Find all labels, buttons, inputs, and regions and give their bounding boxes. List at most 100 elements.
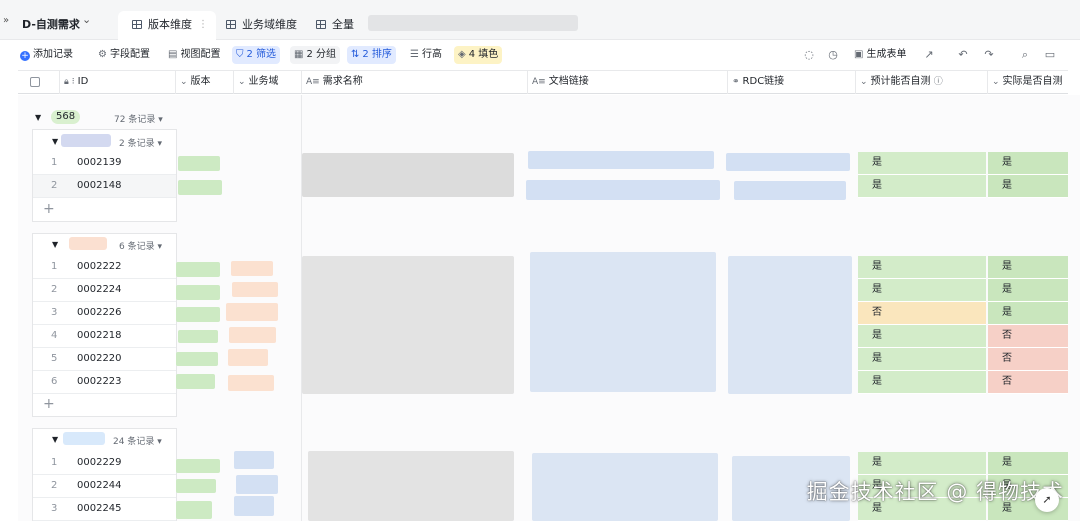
column-label: 实际是否自测 xyxy=(1002,76,1063,87)
redacted-version-cell xyxy=(176,285,220,300)
column-label: 预计能否自测 xyxy=(870,76,931,87)
undo-icon[interactable]: ↶ xyxy=(956,48,970,62)
history-icon[interactable]: ◷ xyxy=(826,48,840,62)
add-record-button[interactable]: + 添加记录 xyxy=(16,46,77,64)
redacted-version-cell xyxy=(176,307,220,322)
grid-view-icon xyxy=(316,20,326,29)
actual-self-test-cell[interactable]: 是 xyxy=(988,175,1068,198)
group-record-count: 6 条记录 ▾ xyxy=(119,242,162,252)
actual-self-test-cell[interactable]: 是 xyxy=(988,279,1068,302)
redacted-domain-cell xyxy=(234,451,274,469)
expected-self-test-cell[interactable]: 是 xyxy=(858,371,986,394)
column-header-expected-self-test[interactable]: ⌄ 预计能否自测 ⓘ xyxy=(856,71,988,94)
view-config-button[interactable]: ▤ 视图配置 xyxy=(164,46,224,64)
column-header-requirement-name[interactable]: A≡ 需求名称 xyxy=(302,71,528,94)
redacted-domain-cell xyxy=(236,475,278,494)
expected-self-test-cell[interactable]: 是 xyxy=(858,325,986,348)
expected-self-test-cell[interactable]: 否 xyxy=(858,302,986,325)
row-id: 0002245 xyxy=(77,503,122,514)
tab-version-dimension[interactable]: 版本维度 ⋮ xyxy=(118,11,216,40)
group-icon: ▦ xyxy=(294,49,304,60)
redacted-doc-link xyxy=(528,151,714,169)
add-record-label: 添加记录 xyxy=(33,49,73,60)
tab-all[interactable]: 全量 xyxy=(302,11,362,40)
actual-self-test-cell[interactable]: 否 xyxy=(988,325,1068,348)
column-label: 版本 xyxy=(190,76,211,87)
tab-label: 版本维度 xyxy=(148,18,192,31)
table-row[interactable]: 2 0002224 xyxy=(33,279,176,302)
info-icon[interactable]: ⓘ xyxy=(934,77,943,87)
comment-icon[interactable]: ▭ xyxy=(1043,48,1057,62)
fill-color-button[interactable]: ◈ 4 填色 xyxy=(454,46,503,64)
expand-sidebar-icon[interactable]: » xyxy=(0,14,12,28)
chevron-down-icon[interactable]: ⌄ xyxy=(82,13,91,26)
row-id: 0002218 xyxy=(77,330,122,341)
column-label: RDC链接 xyxy=(742,76,785,87)
column-header-business-domain[interactable]: ⌄ 业务域 xyxy=(234,71,302,94)
select-all-checkbox[interactable] xyxy=(18,71,60,94)
tab-label: 业务域维度 xyxy=(242,18,297,31)
table-row[interactable]: 1 0002229 xyxy=(33,452,176,475)
form-icon: ▣ xyxy=(854,49,864,60)
generate-form-button[interactable]: ▣ 生成表单 xyxy=(850,46,910,64)
row-number: 5 xyxy=(51,353,58,364)
redacted-rdc-link xyxy=(728,256,852,394)
sort-button[interactable]: ⇅ 2 排序 xyxy=(347,46,396,64)
column-header-id[interactable]: 🔒︎ ⁝ ID xyxy=(60,71,176,94)
column-header-rdc-link[interactable]: ⚭ RDC链接 xyxy=(728,71,856,94)
column-header-version[interactable]: ⌄ 版本 xyxy=(176,71,234,94)
redo-icon[interactable]: ↷ xyxy=(982,48,996,62)
expected-self-test-cell[interactable]: 是 xyxy=(858,256,986,279)
group-button[interactable]: ▦ 2 分组 xyxy=(290,46,340,64)
add-row-icon[interactable]: + xyxy=(43,396,55,412)
table-row[interactable]: 5 0002220 xyxy=(33,348,176,371)
actual-self-test-cell[interactable]: 否 xyxy=(988,348,1068,371)
row-height-button[interactable]: ☰ 行高 xyxy=(406,46,446,64)
search-icon[interactable]: ⌕ xyxy=(1018,48,1032,62)
field-config-button[interactable]: ⚙ 字段配置 xyxy=(94,46,154,64)
table-row[interactable]: 2 0002148 xyxy=(33,175,176,198)
column-label: 业务域 xyxy=(248,76,279,87)
row-number: 4 xyxy=(51,330,58,341)
table-row[interactable]: 2 0002244 xyxy=(33,475,176,498)
add-row-icon[interactable]: + xyxy=(43,201,55,217)
table-row[interactable]: 3 0002226 xyxy=(33,302,176,325)
redacted-version-cell xyxy=(176,262,220,277)
redacted-domain-cell xyxy=(228,349,268,366)
group-collapse-toggle[interactable]: ▼ xyxy=(35,113,41,122)
table-row[interactable]: 1 0002222 xyxy=(33,256,176,279)
row-height-icon: ☰ xyxy=(410,49,419,60)
expected-self-test-cell[interactable]: 是 xyxy=(858,175,986,198)
table-row[interactable]: 6 0002223 xyxy=(33,371,176,394)
actual-self-test-cell[interactable]: 是 xyxy=(988,302,1068,325)
redacted-rdc-link xyxy=(734,181,846,200)
lock-icon: 🔒︎ xyxy=(64,77,69,87)
table-row[interactable]: 1 0002139 xyxy=(33,152,176,175)
column-header-actual-self-test[interactable]: ⌄ 实际是否自测 xyxy=(988,71,1068,94)
group-collapse-toggle[interactable]: ▼ xyxy=(52,240,58,249)
actual-self-test-cell[interactable]: 是 xyxy=(988,256,1068,279)
group-collapse-toggle[interactable]: ▼ xyxy=(52,137,58,146)
actual-self-test-cell[interactable]: 是 xyxy=(988,452,1068,475)
actual-self-test-cell[interactable]: 是 xyxy=(988,152,1068,175)
share-icon[interactable]: ↗ xyxy=(922,48,936,62)
filter-button[interactable]: ⛉ 2 筛选 xyxy=(232,46,281,64)
table-name[interactable]: D-自测需求 xyxy=(22,16,80,32)
expected-self-test-cell[interactable]: 是 xyxy=(858,452,986,475)
expected-self-test-cell[interactable]: 是 xyxy=(858,279,986,302)
group-count-label: 72 条记录 xyxy=(114,115,156,125)
expected-self-test-cell[interactable]: 是 xyxy=(858,152,986,175)
grid-view-icon xyxy=(132,20,142,29)
more-icon[interactable]: ⋮ xyxy=(198,11,208,39)
table-row[interactable]: 3 0002245 xyxy=(33,498,176,521)
tab-business-dimension[interactable]: 业务域维度 xyxy=(212,11,308,40)
expected-self-test-cell[interactable]: 是 xyxy=(858,348,986,371)
actual-self-test-cell[interactable]: 否 xyxy=(988,371,1068,394)
table-row[interactable]: 4 0002218 xyxy=(33,325,176,348)
scroll-to-top-button[interactable]: ➚ xyxy=(1035,488,1059,512)
row-id: 0002226 xyxy=(77,307,122,318)
column-header-doc-link[interactable]: A≡ 文档链接 xyxy=(528,71,728,94)
loading-icon[interactable]: ◌ xyxy=(802,48,816,62)
redacted-requirement-cell xyxy=(302,153,514,197)
group-collapse-toggle[interactable]: ▼ xyxy=(52,435,58,444)
